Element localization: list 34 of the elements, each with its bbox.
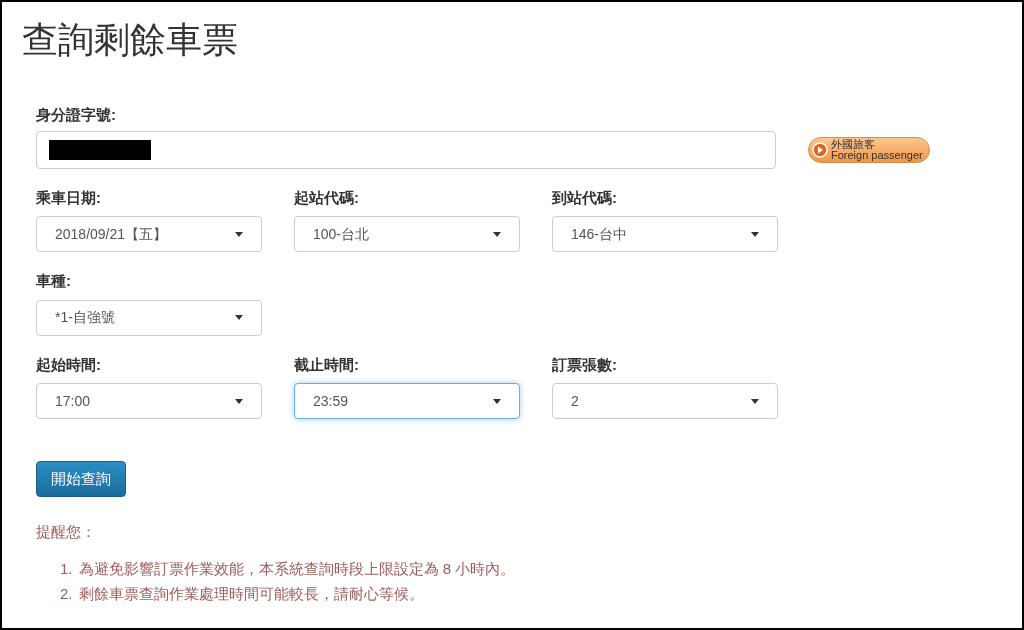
field-label: 乘車日期: <box>36 187 101 208</box>
list-number: 1. <box>60 558 73 579</box>
button-label-english: Foreign passenger <box>831 149 923 161</box>
reminder-heading: 提醒您： <box>36 522 96 542</box>
field-label: 起始時間: <box>36 354 101 375</box>
id-input-field[interactable] <box>36 130 776 169</box>
caret-icon <box>493 231 501 237</box>
dropdown-select[interactable]: 146-台中 <box>552 216 778 252</box>
field-label: 到站代碼: <box>552 187 617 208</box>
dropdown-select[interactable]: 17:00 <box>36 383 262 419</box>
field-label: 車種: <box>36 271 71 291</box>
reminder-text: 剩餘車票查詢作業處理時間可能較長，請耐心等候。 <box>78 584 424 604</box>
field-label: 身分證字號: <box>36 105 116 125</box>
dropdown-select[interactable]: 2018/09/21【五】 <box>36 216 262 252</box>
dropdown-select[interactable]: 100-台北 <box>294 216 520 252</box>
page-title: 查詢剩餘車票 <box>22 18 238 62</box>
reminder-text: 為避免影響訂票作業效能，本系統查詢時段上限設定為 8 小時內。 <box>78 558 516 579</box>
field-label: 起站代碼: <box>294 187 359 208</box>
play-icon <box>812 141 828 158</box>
caret-icon <box>235 398 243 404</box>
caret-icon <box>235 315 243 320</box>
caret-icon <box>235 231 243 237</box>
dropdown-select[interactable]: *1-自強號 <box>36 299 262 336</box>
dropdown-select[interactable]: 23:59 <box>294 383 520 419</box>
field-label: 訂票張數: <box>552 354 617 375</box>
search-button[interactable]: 開始查詢 <box>36 461 126 497</box>
field-label: 截止時間: <box>294 354 359 375</box>
caret-icon <box>751 398 759 404</box>
list-number: 2. <box>60 584 73 604</box>
foreign-passenger-button[interactable]: 外國旅客 Foreign passenger <box>808 136 930 163</box>
dropdown-select[interactable]: 2 <box>552 383 778 419</box>
button-label-chinese: 外國旅客 <box>831 138 875 150</box>
caret-icon <box>751 231 759 237</box>
caret-icon <box>493 398 501 404</box>
